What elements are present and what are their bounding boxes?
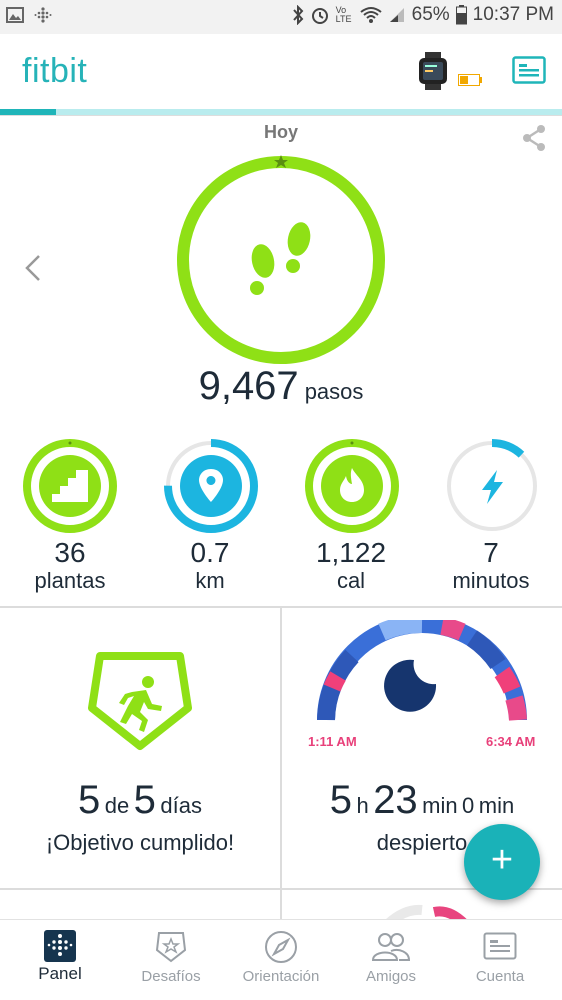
active-minutes-ring [445,439,539,533]
steps-unit: pasos [304,379,364,404]
exercise-unit: días [160,793,202,818]
stat-value: 36 [54,537,86,568]
dashboard-icon [44,930,76,962]
stat-unit: cal [336,568,366,593]
sleep-awake: 0 [462,793,475,818]
stat-distance[interactable]: 0.7 km [140,538,280,594]
sleep-minutes-unit: min [422,793,458,818]
previous-day-button[interactable] [24,254,42,287]
share-icon [523,125,545,151]
header-divider [0,115,562,116]
status-bar: Vo LTE 65% 10:37 PM [0,0,562,34]
wifi-icon [360,7,382,23]
exercise-count: 5 [78,778,101,822]
profile-card-icon [512,56,546,84]
share-button[interactable] [520,124,548,157]
nav-account[interactable]: Cuenta [444,920,556,1000]
system-icons: Vo LTE 65% 10:37 PM [292,4,554,26]
exercise-tile[interactable]: 5 de 5 días ¡Objetivo cumplido! [0,608,280,888]
footprints-icon [250,222,311,295]
steps-value: 9,467 [198,364,299,408]
day-label: Hoy [263,122,298,142]
nav-friends[interactable]: Amigos [335,920,447,1000]
nav-label: Cuenta [475,968,525,985]
sleep-chart [317,620,527,721]
exercise-badge-icon [88,652,192,750]
signal-icon [389,8,404,22]
fitbit-logo[interactable]: fitbit [22,52,87,91]
stat-active-minutes[interactable]: 7 minutos [421,538,561,594]
stat-calories[interactable]: 1,122 cal [281,538,421,594]
friends-icon [371,933,411,961]
sleep-end-time: 6:34 AM [486,734,536,749]
distance-ring [164,439,258,533]
network-label: Vo LTE [335,5,352,24]
moon-icon [384,659,437,712]
nav-label: Amigos [365,968,417,985]
floors-ring [23,439,117,533]
device-status[interactable] [416,52,484,92]
nav-label: Panel [38,964,82,983]
stat-unit: km [195,568,225,593]
stat-floors[interactable]: 36 plantas [0,538,140,594]
stat-value: 7 [483,537,499,568]
nav-guidance[interactable]: Orientación [225,920,337,1000]
lightning-icon [482,470,503,504]
add-button[interactable]: + [464,824,540,900]
sleep-start-time: 1:11 AM [308,734,357,749]
nav-label: Desafíos [141,968,201,985]
sleep-hours-unit: h [356,793,369,818]
chevron-left-icon [25,255,40,281]
exercise-goal: 5 [133,778,156,822]
challenge-badge-icon [155,932,187,963]
nav-panel[interactable]: Panel [4,920,116,1000]
exercise-subtitle: ¡Objetivo cumplido! [45,830,235,855]
fitbit-notification-icon [34,7,52,23]
alarm-icon [311,8,328,24]
nav-label: Orientación [242,968,320,985]
battery-percent: 65% [411,4,450,25]
stat-value: 1,122 [315,537,387,568]
image-notification-icon [6,7,24,23]
steps-ring[interactable] [176,155,386,365]
stat-unit: minutos [452,568,530,593]
battery-icon [455,5,467,25]
stat-value: 0.7 [190,537,230,568]
sleep-hours: 5 [329,778,353,822]
stat-unit: plantas [34,568,106,593]
compass-icon [265,931,297,963]
sleep-duration: 5 h 23 min 0 min [282,778,562,823]
device-battery-icon [458,74,482,86]
sleep-awake-unit: min [478,793,515,818]
steps-count: 9,467 pasos [0,364,562,409]
bottom-navigation: Panel Desafíos Orientación Amigos Cuenta [0,919,562,1000]
bluetooth-icon [292,5,304,25]
exercise-days: 5 de 5 días [0,778,280,823]
profile-card-button[interactable] [512,56,546,89]
clock: 10:37 PM [472,4,554,25]
account-card-icon [483,932,517,960]
nav-challenges[interactable]: Desafíos [115,920,227,1000]
sleep-minutes: 23 [373,778,418,822]
exercise-de: de [104,793,130,818]
watch-icon [419,52,447,90]
calories-ring [305,439,399,533]
notification-icons [6,6,52,24]
